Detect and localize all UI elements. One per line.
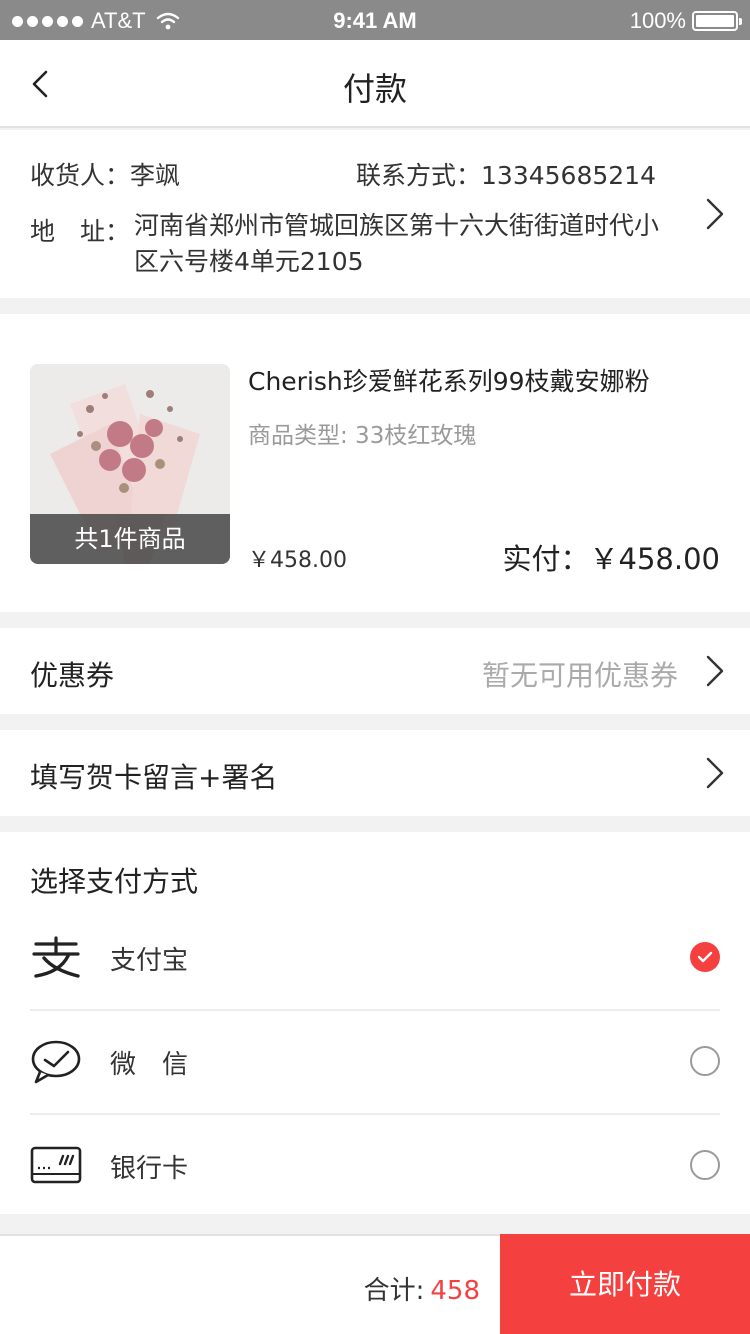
payment-heading: 选择支付方式	[30, 865, 199, 898]
chevron-right-icon	[706, 757, 724, 789]
payment-label-bank-card: 银行卡	[110, 1154, 189, 1184]
greeting-card-label: 填写贺卡留言+署名	[30, 761, 278, 794]
payment-methods: 选择支付方式 支付宝 微 信 银行卡	[0, 832, 750, 1214]
product-image[interactable]: 共1件商品	[30, 364, 230, 564]
radio-selected[interactable]	[690, 942, 720, 972]
product-price: ￥458.00	[248, 548, 347, 573]
shipping-address[interactable]: 收货人：李飒 联系方式：13345685214 地 址： 河南省郑州市管城回族区…	[0, 130, 750, 298]
payment-option-bank-card[interactable]: 银行卡	[30, 1116, 720, 1219]
wechat-icon	[31, 1040, 81, 1084]
status-bar: AT&T 9:41 AM 100%	[0, 0, 750, 40]
address-label: 地 址：	[30, 217, 131, 246]
product-type: 商品类型: 33枝红玫瑰	[248, 423, 477, 449]
item-count-badge: 共1件商品	[30, 514, 230, 564]
alipay-icon	[32, 936, 80, 978]
address-row: 地 址： 河南省郑州市管城回族区第十六大街街道时代小区六号楼4单元2105	[30, 211, 664, 280]
product-name: Cherish珍爱鲜花系列99枝戴安娜粉	[248, 367, 650, 396]
receiver-row: 收货人：李飒	[30, 156, 180, 192]
payment-option-alipay[interactable]: 支付宝	[30, 908, 720, 1011]
payment-option-wechat[interactable]: 微 信	[30, 1012, 720, 1115]
payment-label-alipay: 支付宝	[110, 946, 189, 976]
radio-unselected[interactable]	[690, 1150, 720, 1180]
coupon-label: 优惠券	[30, 659, 115, 692]
battery-percent: 100%	[629, 8, 686, 33]
contact-phone: 13345685214	[481, 161, 656, 190]
greeting-card-row[interactable]: 填写贺卡留言+署名	[0, 730, 750, 816]
radio-unselected[interactable]	[690, 1046, 720, 1076]
receiver-name: 李飒	[130, 161, 181, 190]
coupon-row[interactable]: 优惠券 暂无可用优惠券	[0, 628, 750, 714]
checkmark-icon	[697, 951, 713, 963]
pay-now-button[interactable]: 立即付款	[500, 1234, 750, 1334]
address-value: 河南省郑州市管城回族区第十六大街街道时代小区六号楼4单元2105	[134, 211, 660, 276]
total-amount: 458	[430, 1276, 480, 1306]
status-right: 100%	[629, 8, 742, 34]
total-label: 合计:	[363, 1276, 425, 1306]
payment-label-wechat: 微 信	[110, 1050, 189, 1080]
chevron-right-icon	[706, 655, 724, 687]
coupon-value: 暂无可用优惠券	[481, 659, 678, 692]
product-card: 共1件商品 Cherish珍爱鲜花系列99枝戴安娜粉 商品类型: 33枝红玫瑰 …	[0, 314, 750, 612]
checkout-footer: 合计: 458 立即付款	[0, 1234, 750, 1334]
bank-card-icon	[30, 1146, 82, 1184]
page-title: 付款	[342, 70, 407, 108]
paid-amount: 实付：￥458.00	[502, 542, 720, 576]
battery-icon	[692, 11, 742, 31]
nav-bar: 付款	[0, 40, 750, 128]
total-summary: 合计: 458	[364, 1270, 480, 1307]
receiver-label: 收货人：	[30, 161, 131, 190]
contact-row: 联系方式：13345685214	[356, 156, 656, 192]
chevron-right-icon[interactable]	[704, 196, 726, 232]
contact-label: 联系方式：	[356, 161, 482, 190]
